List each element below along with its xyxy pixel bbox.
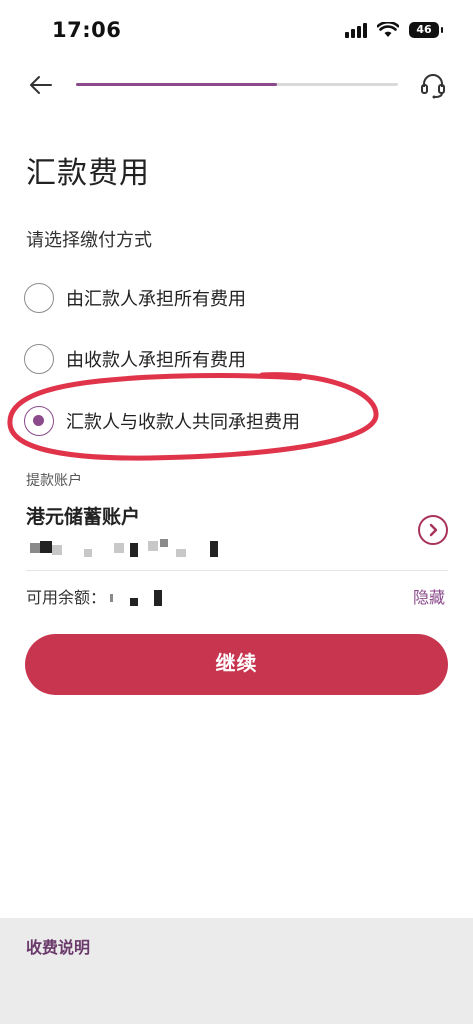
option-label: 由汇款人承担所有费用 <box>66 289 246 310</box>
account-number-masked <box>26 535 366 561</box>
chevron-right-icon <box>429 523 438 537</box>
option-shared-fees[interactable]: 汇款人与收款人共同承担费用 <box>24 401 300 441</box>
arrow-left-icon <box>30 76 52 94</box>
available-balance-label: 可用余额： <box>26 588 107 607</box>
wifi-icon <box>377 22 399 37</box>
back-button[interactable] <box>26 70 56 100</box>
divider <box>26 570 448 571</box>
radio-button-selected[interactable] <box>24 406 54 436</box>
option-sender-pays[interactable]: 由汇款人承担所有费用 <box>24 278 246 318</box>
radio-button[interactable] <box>24 283 54 313</box>
customer-support-button[interactable] <box>418 70 448 100</box>
status-icons: 46 <box>345 22 443 38</box>
available-balance-masked <box>110 584 170 608</box>
screen: 17:06 46 汇款费用 请选择缴付方式 由汇款人承担所有费用 由收款人承担所… <box>0 0 473 1024</box>
select-account-button[interactable] <box>418 515 448 545</box>
page-title: 汇款费用 <box>26 156 150 191</box>
option-label: 由收款人承担所有费用 <box>66 350 246 371</box>
option-label: 汇款人与收款人共同承担费用 <box>66 412 300 433</box>
battery-icon: 46 <box>409 22 443 38</box>
option-receiver-pays[interactable]: 由收款人承担所有费用 <box>24 339 246 379</box>
account-name: 港元储蓄账户 <box>26 506 141 528</box>
hide-balance-link[interactable]: 隐藏 <box>413 584 445 608</box>
payment-method-prompt: 请选择缴付方式 <box>26 230 152 251</box>
fee-explanation-link[interactable]: 收费说明 <box>26 934 90 958</box>
progress-bar-fill <box>76 83 278 86</box>
signal-icon <box>345 22 367 38</box>
progress-bar <box>76 83 398 86</box>
status-bar: 17:06 46 <box>0 0 473 62</box>
radio-button[interactable] <box>24 344 54 374</box>
withdrawal-account-caption: 提款账户 <box>26 473 82 489</box>
top-nav <box>0 62 473 108</box>
headset-icon <box>421 74 445 99</box>
continue-button[interactable]: 继续 <box>25 634 448 695</box>
status-time: 17:06 <box>52 18 122 42</box>
